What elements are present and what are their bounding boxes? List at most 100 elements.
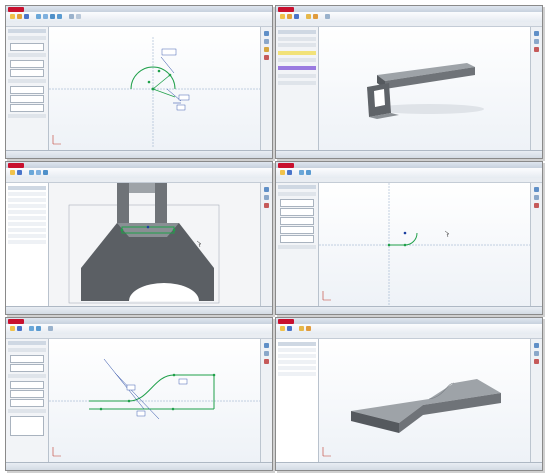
property-input[interactable] (280, 208, 314, 216)
fillet-icon[interactable] (325, 14, 330, 19)
property-input[interactable] (10, 95, 44, 103)
save-icon[interactable] (17, 170, 22, 175)
property-input[interactable] (10, 390, 44, 398)
feature-item[interactable] (278, 58, 316, 62)
property-input[interactable] (10, 60, 44, 68)
property-input[interactable] (10, 399, 44, 407)
feature-item-selected[interactable] (278, 66, 316, 70)
line-icon[interactable] (36, 170, 41, 175)
sketch-icon[interactable] (36, 14, 41, 19)
extrude-icon[interactable] (299, 326, 304, 331)
property-section[interactable] (8, 79, 46, 83)
feature-item[interactable] (8, 210, 46, 214)
property-section[interactable] (8, 409, 46, 413)
property-section[interactable] (8, 374, 46, 378)
close-button[interactable] (267, 6, 272, 11)
sketch-icon[interactable] (29, 170, 34, 175)
feature-item[interactable] (278, 74, 316, 78)
property-input[interactable] (10, 43, 44, 51)
feature-item[interactable] (8, 192, 46, 196)
graphics-area[interactable] (319, 27, 530, 150)
arc-icon[interactable] (306, 170, 311, 175)
feature-item[interactable] (278, 360, 316, 364)
property-section[interactable] (8, 114, 46, 118)
appearance-icon[interactable] (534, 359, 539, 364)
extrude-icon[interactable] (306, 14, 311, 19)
property-input[interactable] (280, 217, 314, 225)
graphics-area[interactable] (49, 183, 260, 306)
library-icon[interactable] (534, 195, 539, 200)
library-icon[interactable] (264, 351, 269, 356)
feature-item[interactable] (278, 342, 316, 346)
revolve-icon[interactable] (306, 326, 311, 331)
rectangle-icon[interactable] (43, 170, 48, 175)
graphics-area[interactable] (49, 27, 260, 150)
appearance-icon[interactable] (264, 359, 269, 364)
graphics-area[interactable] (319, 183, 530, 306)
spline-icon[interactable] (36, 326, 41, 331)
dimension-line[interactable] (160, 56, 175, 74)
home-icon[interactable] (534, 343, 539, 348)
open-icon[interactable] (287, 14, 292, 19)
feature-item[interactable] (278, 366, 316, 370)
appearance-icon[interactable] (264, 55, 269, 60)
feature-item[interactable] (278, 37, 316, 41)
library-icon[interactable] (264, 195, 269, 200)
appearance-icon[interactable] (264, 203, 269, 208)
sketch-curve[interactable] (128, 374, 175, 402)
arc-icon[interactable] (57, 14, 62, 19)
feature-item[interactable] (278, 354, 316, 358)
save-icon[interactable] (17, 326, 22, 331)
sketch-arc[interactable] (404, 232, 418, 246)
line-icon[interactable] (43, 14, 48, 19)
circle-icon[interactable] (50, 14, 55, 19)
property-section[interactable] (8, 53, 46, 57)
library-icon[interactable] (264, 39, 269, 44)
graphics-area[interactable] (49, 339, 260, 462)
trim-icon[interactable] (76, 14, 81, 19)
sketch-icon[interactable] (299, 170, 304, 175)
feature-item[interactable] (8, 204, 46, 208)
save-icon[interactable] (287, 170, 292, 175)
home-icon[interactable] (264, 187, 269, 192)
property-input[interactable] (10, 355, 44, 363)
property-section[interactable] (8, 36, 46, 40)
home-icon[interactable] (264, 31, 269, 36)
property-input[interactable] (10, 364, 44, 372)
revolve-icon[interactable] (313, 14, 318, 19)
property-input[interactable] (280, 226, 314, 234)
property-input[interactable] (10, 381, 44, 389)
feature-item[interactable] (8, 228, 46, 232)
appearance-icon[interactable] (534, 47, 539, 52)
home-icon[interactable] (264, 343, 269, 348)
new-file-icon[interactable] (280, 14, 285, 19)
sketch-icon[interactable] (29, 326, 34, 331)
feature-item[interactable] (8, 216, 46, 220)
library-icon[interactable] (534, 351, 539, 356)
feature-item[interactable] (278, 81, 316, 85)
save-icon[interactable] (24, 14, 29, 19)
property-input[interactable] (280, 199, 314, 207)
new-file-icon[interactable] (10, 326, 15, 331)
new-file-icon[interactable] (280, 170, 285, 175)
appearance-icon[interactable] (534, 203, 539, 208)
feature-item[interactable] (278, 30, 316, 34)
new-file-icon[interactable] (10, 14, 15, 19)
feature-item[interactable] (278, 372, 316, 376)
library-icon[interactable] (534, 39, 539, 44)
new-file-icon[interactable] (10, 170, 15, 175)
property-input[interactable] (10, 416, 44, 436)
property-section[interactable] (278, 192, 316, 196)
feature-item[interactable] (8, 222, 46, 226)
feature-item[interactable] (8, 186, 46, 190)
maximize-button[interactable] (261, 6, 266, 11)
save-icon[interactable] (287, 326, 292, 331)
dimension-icon[interactable] (48, 326, 53, 331)
feature-item-selected[interactable] (278, 51, 316, 55)
home-icon[interactable] (534, 187, 539, 192)
property-input[interactable] (10, 69, 44, 77)
save-icon[interactable] (294, 14, 299, 19)
property-input[interactable] (280, 235, 314, 243)
property-input[interactable] (10, 86, 44, 94)
feature-item[interactable] (8, 198, 46, 202)
